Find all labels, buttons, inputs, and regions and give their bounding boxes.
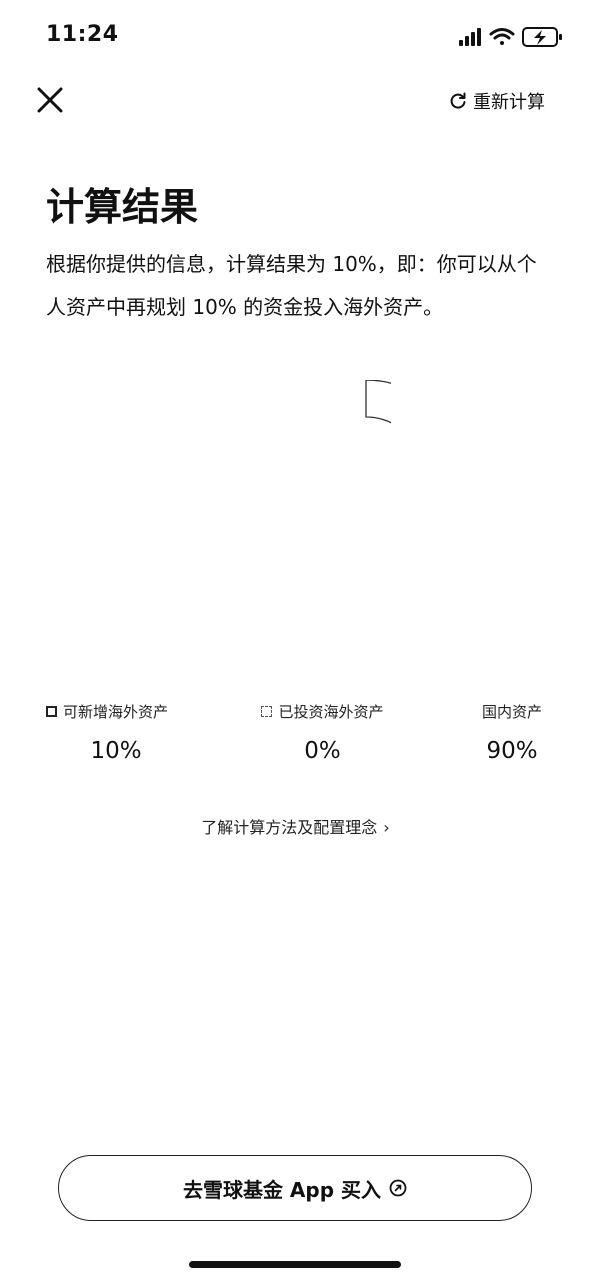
legend-swatch <box>46 705 57 717</box>
legend-swatch <box>261 705 273 717</box>
legend-item-domestic: 国内资产 90% <box>472 700 552 765</box>
allocation-pie-chart <box>365 380 391 424</box>
battery-charging-icon <box>522 27 562 47</box>
signal-icon <box>459 28 481 46</box>
chevron-right-icon: › <box>383 818 390 837</box>
legend-label: 已投资海外资产 <box>278 702 384 721</box>
home-indicator <box>189 1261 401 1268</box>
external-link-icon <box>389 1179 407 1197</box>
legend-value: 90% <box>486 738 538 764</box>
legend-value: 10% <box>90 738 142 764</box>
wifi-icon <box>489 28 515 45</box>
close-icon[interactable] <box>34 84 66 116</box>
top-nav: 重新计算 <box>0 70 591 130</box>
buy-button-label: 去雪球基金 App 买入 <box>182 1177 382 1202</box>
legend-label: 国内资产 <box>481 702 542 721</box>
refresh-icon <box>450 92 466 109</box>
method-link[interactable]: 了解计算方法及配置理念 › <box>0 814 591 838</box>
chart-legend: 可新增海外资产 10% 已投资海外资产 0% 国内资产 90% <box>0 700 591 790</box>
method-link-label: 了解计算方法及配置理念 <box>201 818 378 837</box>
legend-label: 可新增海外资产 <box>63 702 169 721</box>
page-title: 计算结果 <box>46 185 199 229</box>
recalculate-button[interactable]: 重新计算 <box>449 88 545 114</box>
status-bar: 11:24 <box>0 0 591 70</box>
legend-item-new-overseas: 可新增海外资产 10% <box>46 700 196 764</box>
pie-slice <box>365 380 391 424</box>
recalculate-label: 重新计算 <box>473 92 545 113</box>
status-icons <box>459 27 562 47</box>
buy-in-app-button[interactable]: 去雪球基金 App 买入 <box>58 1155 532 1221</box>
legend-value: 0% <box>304 738 341 764</box>
result-description: 根据你提供的信息，计算结果为 10%，即：你可以从个人资产中再规划 10% 的资… <box>46 252 537 319</box>
legend-item-invested-overseas: 已投资海外资产 0% <box>255 700 390 764</box>
status-time: 11:24 <box>46 22 119 47</box>
